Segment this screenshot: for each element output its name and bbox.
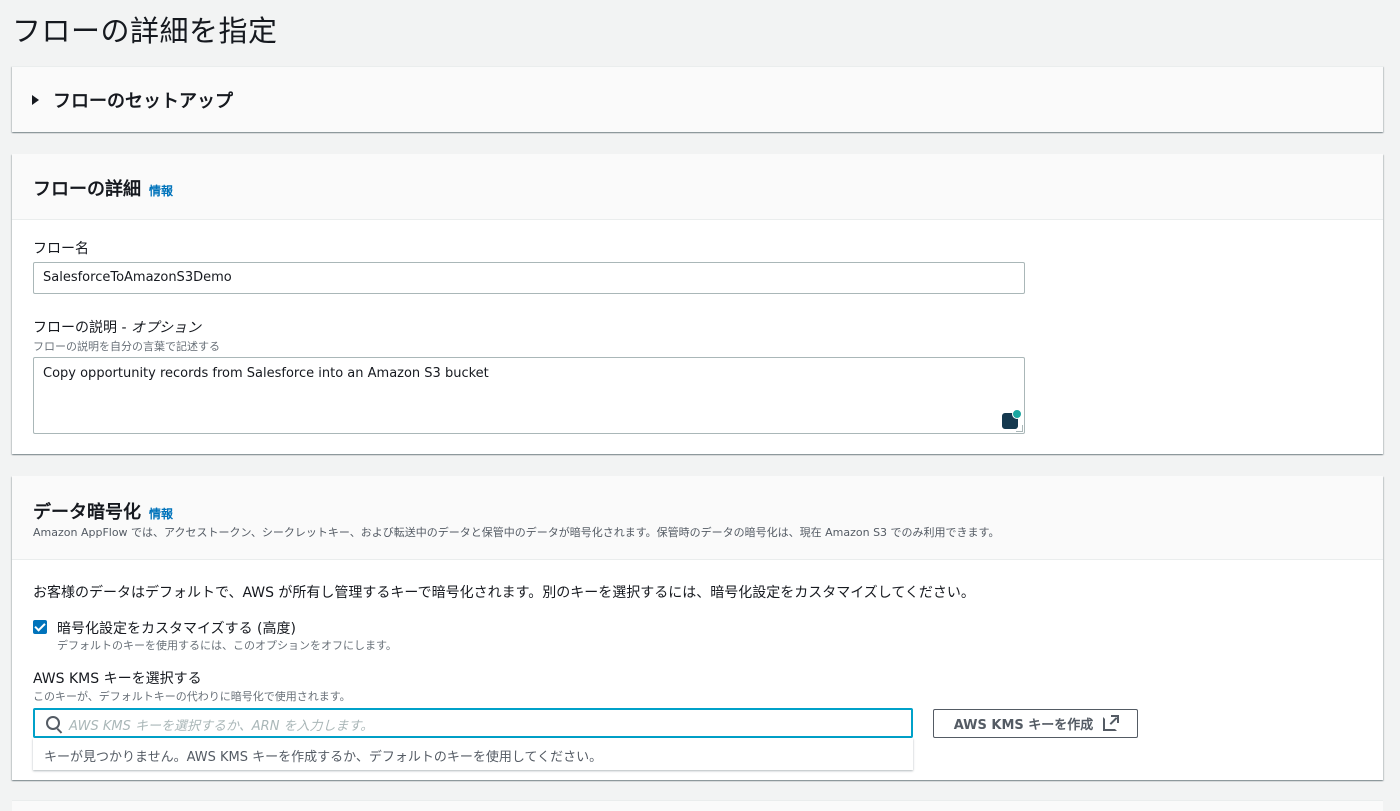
- kms-key-search-input[interactable]: AWS KMS キーを選択するか、ARN を入力します。: [33, 708, 913, 738]
- flow-details-header: フローの詳細 情報: [12, 154, 1383, 220]
- flow-description-textarea[interactable]: Copy opportunity records from Salesforce…: [33, 357, 1025, 434]
- create-kms-key-button[interactable]: AWS KMS キーを作成: [933, 709, 1138, 738]
- data-encryption-header: データ暗号化 情報 Amazon AppFlow では、アクセストークン、シーク…: [12, 476, 1383, 560]
- data-encryption-info-link[interactable]: 情報: [149, 505, 173, 522]
- customize-encryption-label[interactable]: 暗号化設定をカスタマイズする (高度): [57, 618, 296, 638]
- customize-encryption-checkbox[interactable]: [33, 620, 47, 634]
- external-link-icon: [1103, 714, 1120, 731]
- flow-details-panel: フローの詳細 情報 フロー名 SalesforceToAmazonS3Demo …: [12, 154, 1383, 454]
- kms-key-desc: このキーが、デフォルトキーの代わりに暗号化で使用されます。: [33, 690, 351, 703]
- page-title: フローの詳細を指定: [12, 14, 278, 48]
- caret-right-icon: [32, 95, 39, 105]
- create-kms-key-label: AWS KMS キーを作成: [953, 718, 1094, 733]
- next-panel-edge: [12, 800, 1383, 811]
- search-icon: [46, 716, 60, 730]
- kms-key-label: AWS KMS キーを選択する: [33, 671, 202, 687]
- setup-panel: フローのセットアップ: [12, 66, 1383, 132]
- kms-key-placeholder: AWS KMS キーを選択するか、ARN を入力します。: [69, 719, 374, 734]
- setup-title: フローのセットアップ: [53, 91, 233, 112]
- flow-description-hint: フローの説明を自分の言葉で記述する: [33, 340, 220, 353]
- data-encryption-title: データ暗号化: [33, 502, 141, 523]
- flow-details-title: フローの詳細: [33, 179, 141, 200]
- setup-expander[interactable]: フローのセットアップ: [32, 87, 233, 113]
- kms-key-dropdown: キーが見つかりません。AWS KMS キーを作成するか、デフォルトのキーを使用し…: [33, 738, 913, 770]
- optional-tag: オプション: [130, 320, 201, 336]
- flow-description-label: フローの説明 - オプション: [33, 317, 201, 337]
- customize-encryption-desc: デフォルトのキーを使用するには、このオプションをオフにします。: [57, 639, 397, 652]
- flow-details-info-link[interactable]: 情報: [149, 182, 173, 199]
- flow-description-label-text: フローの説明 -: [33, 320, 131, 336]
- flow-name-input[interactable]: SalesforceToAmazonS3Demo: [33, 262, 1025, 294]
- data-encryption-description: Amazon AppFlow では、アクセストークン、シークレットキー、および転…: [33, 526, 1000, 539]
- resize-grip-icon[interactable]: [1016, 425, 1023, 432]
- data-encryption-panel: データ暗号化 情報 Amazon AppFlow では、アクセストークン、シーク…: [12, 476, 1383, 780]
- kms-key-empty-message: キーが見つかりません。AWS KMS キーを作成するか、デフォルトのキーを使用し…: [44, 750, 603, 765]
- encryption-default-note: お客様のデータはデフォルトで、AWS が所有し管理するキーで暗号化されます。別の…: [33, 585, 975, 601]
- flow-description-value: Copy opportunity records from Salesforce…: [43, 366, 489, 381]
- flow-name-label: フロー名: [33, 241, 89, 257]
